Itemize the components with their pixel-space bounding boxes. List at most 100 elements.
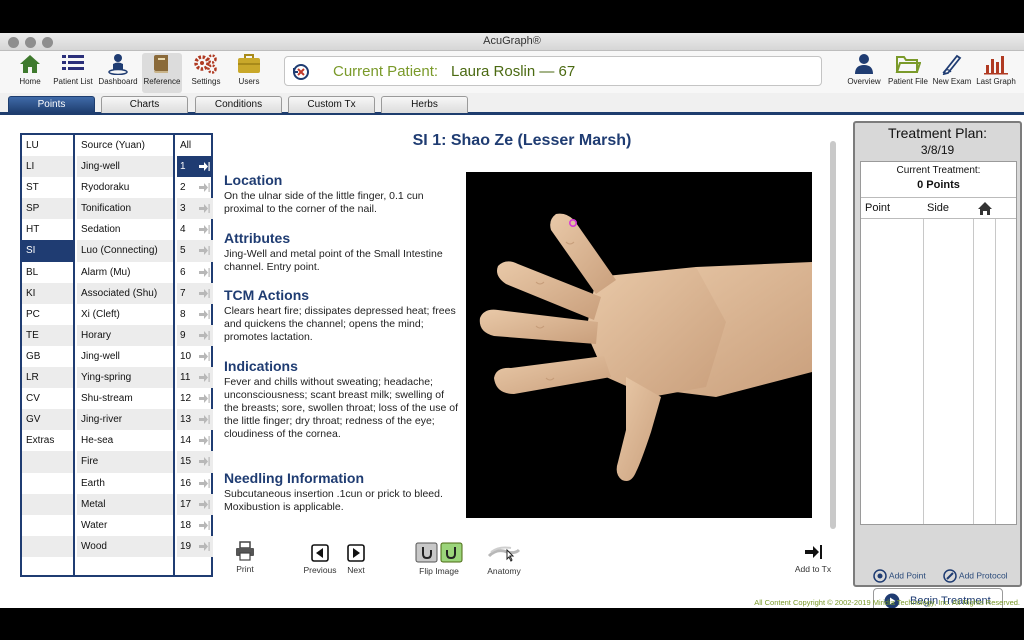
previous-button[interactable]: Previous bbox=[302, 544, 338, 575]
add-point-arrow-icon[interactable] bbox=[198, 499, 210, 510]
meridian-cv[interactable]: CV bbox=[22, 388, 73, 409]
point-number-item[interactable]: 19 bbox=[177, 535, 213, 557]
tab-herbs[interactable]: Herbs bbox=[381, 96, 468, 113]
add-point-arrow-icon[interactable] bbox=[198, 267, 210, 278]
point-number-item[interactable]: 8 bbox=[177, 304, 213, 325]
add-point-arrow-icon[interactable] bbox=[198, 435, 210, 446]
add-point-arrow-icon[interactable] bbox=[198, 541, 210, 552]
add-protocol-button[interactable]: Add Protocol bbox=[943, 569, 1008, 583]
reference-button[interactable]: Reference bbox=[142, 53, 182, 93]
next-button[interactable]: Next bbox=[343, 544, 369, 575]
add-point-button[interactable]: Add Point bbox=[873, 569, 926, 583]
category-item[interactable]: Wood bbox=[77, 535, 173, 557]
point-number-item[interactable]: 13 bbox=[177, 409, 213, 431]
tab-charts[interactable]: Charts bbox=[101, 96, 188, 113]
point-number-item[interactable]: 3 bbox=[177, 198, 213, 220]
point-number-item[interactable]: 14 bbox=[177, 430, 213, 451]
home-button[interactable]: Home bbox=[12, 53, 48, 93]
category-item[interactable]: Jing-well bbox=[77, 346, 173, 367]
overview-button[interactable]: Overview bbox=[844, 53, 884, 93]
patient-list-button[interactable]: Patient List bbox=[52, 53, 94, 93]
meridian-te[interactable]: TE bbox=[22, 324, 73, 346]
category-item[interactable]: Jing-river bbox=[77, 409, 173, 431]
point-number-item[interactable]: 12 bbox=[177, 388, 213, 409]
category-item[interactable]: Alarm (Mu) bbox=[77, 262, 173, 283]
add-point-arrow-icon[interactable] bbox=[198, 224, 210, 235]
meridian-lu[interactable]: LU bbox=[22, 135, 73, 156]
point-number-item[interactable]: 4 bbox=[177, 219, 213, 240]
new-exam-button[interactable]: New Exam bbox=[932, 53, 972, 93]
print-button[interactable]: Print bbox=[232, 541, 258, 574]
last-graph-button[interactable]: Last Graph bbox=[974, 53, 1018, 93]
meridian-ht[interactable]: HT bbox=[22, 219, 73, 240]
category-item[interactable]: Tonification bbox=[77, 198, 173, 220]
category-item[interactable]: Xi (Cleft) bbox=[77, 304, 173, 325]
category-item[interactable]: Metal bbox=[77, 493, 173, 515]
category-item[interactable]: Ying-spring bbox=[77, 367, 173, 389]
flip-image-button[interactable]: Flip Image bbox=[413, 542, 465, 576]
meridian-si[interactable]: SI bbox=[22, 240, 73, 262]
anatomy-button[interactable]: Anatomy bbox=[483, 542, 525, 576]
add-point-arrow-icon[interactable] bbox=[198, 182, 210, 193]
meridian-lr[interactable]: LR bbox=[22, 367, 73, 389]
point-number-item[interactable]: 16 bbox=[177, 473, 213, 494]
add-point-arrow-icon[interactable] bbox=[198, 393, 210, 404]
meridian-pc[interactable]: PC bbox=[22, 304, 73, 325]
category-item[interactable]: Earth bbox=[77, 473, 173, 494]
dashboard-button[interactable]: Dashboard bbox=[97, 53, 139, 93]
point-number-item[interactable]: 1 bbox=[177, 156, 213, 178]
category-item[interactable]: Water bbox=[77, 515, 173, 536]
meridian-ki[interactable]: KI bbox=[22, 282, 73, 304]
add-point-arrow-icon[interactable] bbox=[198, 478, 210, 489]
add-point-arrow-icon[interactable] bbox=[198, 288, 210, 299]
add-point-arrow-icon[interactable] bbox=[198, 456, 210, 467]
add-point-arrow-icon[interactable] bbox=[198, 520, 210, 531]
point-number-item[interactable]: 5 bbox=[177, 240, 213, 262]
tab-conditions[interactable]: Conditions bbox=[195, 96, 282, 113]
category-item[interactable]: Horary bbox=[77, 324, 173, 346]
scrollbar-thumb[interactable] bbox=[830, 141, 836, 529]
category-item[interactable]: Jing-well bbox=[77, 156, 173, 178]
add-point-arrow-icon[interactable] bbox=[198, 203, 210, 214]
add-point-arrow-icon[interactable] bbox=[198, 309, 210, 320]
point-number-item[interactable]: 18 bbox=[177, 515, 213, 536]
meridian-gv[interactable]: GV bbox=[22, 409, 73, 431]
users-button[interactable]: Users bbox=[230, 53, 268, 93]
add-point-arrow-icon[interactable] bbox=[198, 372, 210, 383]
category-item[interactable]: Fire bbox=[77, 451, 173, 473]
all-points-item[interactable]: All bbox=[177, 135, 213, 156]
add-point-arrow-icon[interactable] bbox=[198, 245, 210, 256]
add-point-arrow-icon[interactable] bbox=[198, 330, 210, 341]
category-item[interactable]: Ryodoraku bbox=[77, 177, 173, 198]
change-patient-icon[interactable] bbox=[291, 62, 311, 82]
add-point-arrow-icon[interactable] bbox=[198, 351, 210, 362]
tab-points[interactable]: Points bbox=[8, 96, 95, 113]
point-number-item[interactable]: 9 bbox=[177, 324, 213, 346]
point-number-item[interactable]: 7 bbox=[177, 282, 213, 304]
category-item[interactable]: Luo (Connecting) bbox=[77, 240, 173, 262]
current-patient-field[interactable]: Current Patient: Laura Roslin — 67 bbox=[284, 56, 822, 86]
meridian-li[interactable]: LI bbox=[22, 156, 73, 178]
meridian-bl[interactable]: BL bbox=[22, 262, 73, 283]
category-item[interactable]: Source (Yuan) bbox=[77, 135, 173, 156]
meridian-extras[interactable]: Extras bbox=[22, 430, 73, 451]
category-item[interactable]: Associated (Shu) bbox=[77, 282, 173, 304]
add-point-arrow-icon[interactable] bbox=[198, 414, 210, 425]
add-point-arrow-icon[interactable] bbox=[198, 161, 210, 172]
category-item[interactable]: He-sea bbox=[77, 430, 173, 451]
point-number-item[interactable]: 15 bbox=[177, 451, 213, 473]
point-number-item[interactable]: 6 bbox=[177, 262, 213, 283]
point-number-item[interactable]: 11 bbox=[177, 367, 213, 389]
category-item[interactable]: Shu-stream bbox=[77, 388, 173, 409]
point-number-item[interactable]: 10 bbox=[177, 346, 213, 367]
category-item[interactable]: Sedation bbox=[77, 219, 173, 240]
tab-custom-tx[interactable]: Custom Tx bbox=[288, 96, 375, 113]
patient-file-button[interactable]: Patient File bbox=[886, 53, 930, 93]
meridian-st[interactable]: ST bbox=[22, 177, 73, 198]
point-number-item[interactable]: 2 bbox=[177, 177, 213, 198]
meridian-gb[interactable]: GB bbox=[22, 346, 73, 367]
point-number-item[interactable]: 17 bbox=[177, 493, 213, 515]
meridian-sp[interactable]: SP bbox=[22, 198, 73, 220]
add-to-tx-button[interactable]: Add to Tx bbox=[792, 543, 834, 574]
settings-button[interactable]: Settings bbox=[186, 53, 226, 93]
